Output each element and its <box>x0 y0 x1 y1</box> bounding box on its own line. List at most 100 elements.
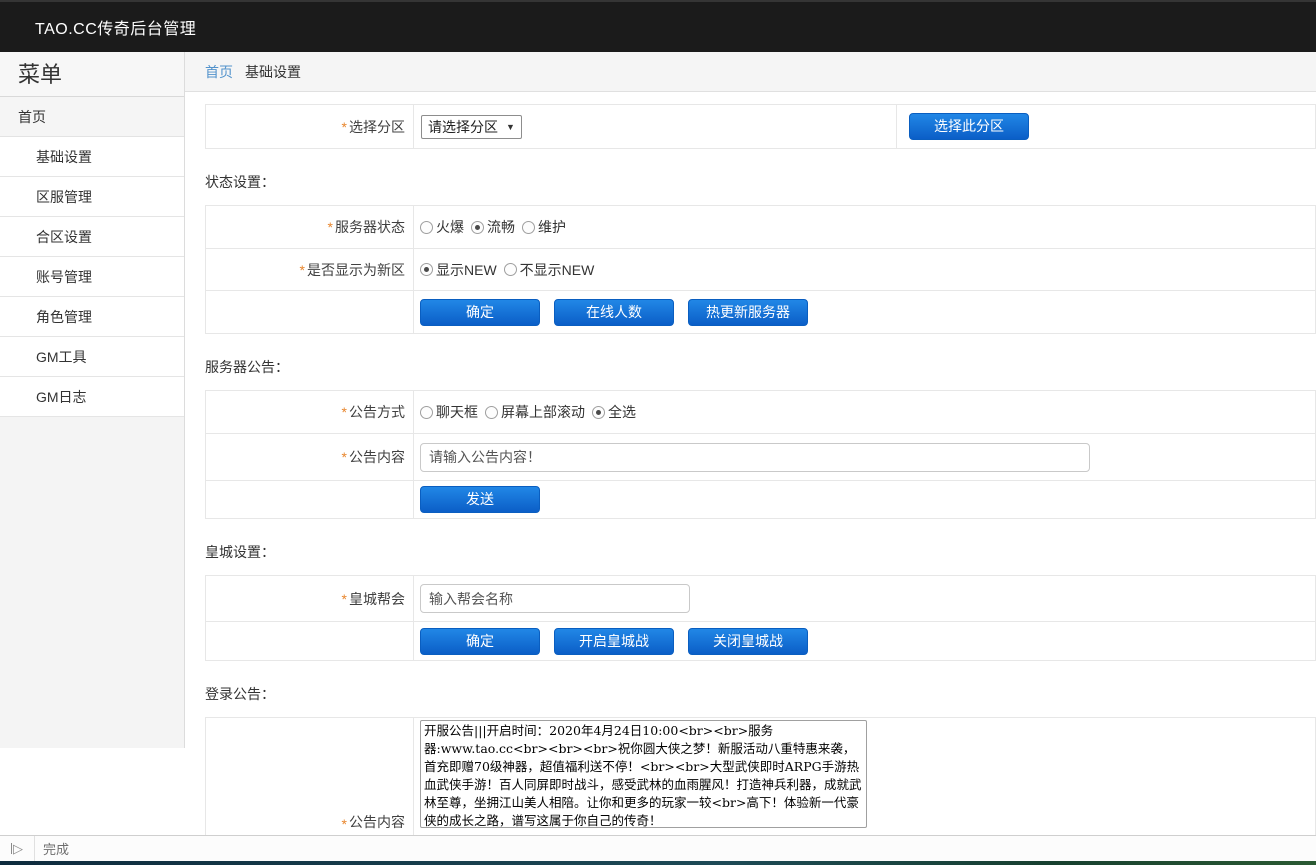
sidebar-item-server-management[interactable]: 区服管理 <box>0 177 184 217</box>
royal-buttons: 确定 开启皇城战 关闭皇城战 <box>414 628 1315 655</box>
announce-table: * 公告方式 聊天框 屏幕上部滚动 全选 * <box>205 390 1316 519</box>
sidebar-item-home[interactable]: 首页 <box>0 97 184 137</box>
radio-option-maintenance[interactable]: 维护 <box>522 217 566 237</box>
form-row-royal-guild: * 皇城帮会 <box>206 576 1315 621</box>
announce-method-options: 聊天框 屏幕上部滚动 全选 <box>414 402 1315 422</box>
royal-guild-field <box>414 584 1315 613</box>
radio-label: 维护 <box>538 217 566 237</box>
sidebar-item-account-management[interactable]: 账号管理 <box>0 257 184 297</box>
field-label: 公告方式 <box>349 402 405 422</box>
radio-checked-icon <box>420 263 433 276</box>
radio-option-show-new[interactable]: 显示NEW <box>420 260 497 280</box>
form-row-partition: * 选择分区 请选择分区 ▼ 选择此分区 <box>206 105 1315 148</box>
partition-button-cell: 选择此分区 <box>896 105 1315 148</box>
hot-update-button[interactable]: 热更新服务器 <box>688 299 808 326</box>
login-table: * 公告内容 开服公告|||开启时间：2020年4月24日10:00<br><b… <box>205 717 1316 835</box>
radio-checked-icon <box>471 221 484 234</box>
status-table: * 服务器状态 火爆 流畅 维护 * 是否 <box>205 205 1316 334</box>
form-row-announce-send: 发送 <box>206 480 1315 518</box>
form-row-announce-content: * 公告内容 <box>206 433 1315 480</box>
field-label: 公告内容 <box>349 812 405 832</box>
royal-table: * 皇城帮会 确定 开启皇城战 关闭皇城战 <box>205 575 1316 661</box>
sidebar-header: 菜单 <box>0 52 184 97</box>
select-value: 请选择分区 <box>428 117 498 137</box>
form-row-status-buttons: 确定 在线人数 热更新服务器 <box>206 290 1315 333</box>
sidebar-item-gm-logs[interactable]: GM日志 <box>0 377 184 417</box>
sidebar: 菜单 首页 基础设置 区服管理 合区设置 账号管理 角色管理 GM工具 GM日志 <box>0 52 185 748</box>
field-label: 是否显示为新区 <box>307 260 405 280</box>
main-content: * 选择分区 请选择分区 ▼ 选择此分区 状态设置： * 服务器状态 <box>185 93 1316 835</box>
browser-status-bar: ▷ 完成 <box>0 835 1316 861</box>
empty-label-cell <box>206 622 414 660</box>
announce-send-cell: 发送 <box>414 486 1315 513</box>
field-label-announce-method: * 公告方式 <box>206 391 414 433</box>
sidebar-item-basic-settings[interactable]: 基础设置 <box>0 137 184 177</box>
status-icon-bar <box>11 843 12 854</box>
form-row-show-new: * 是否显示为新区 显示NEW 不显示NEW <box>206 248 1315 290</box>
close-royal-war-button[interactable]: 关闭皇城战 <box>688 628 808 655</box>
partition-select[interactable]: 请选择分区 ▼ <box>421 115 522 139</box>
login-announce-textarea[interactable]: 开服公告|||开启时间：2020年4月24日10:00<br><br>服务器:w… <box>420 720 867 828</box>
choose-partition-button[interactable]: 选择此分区 <box>909 113 1029 140</box>
empty-label-cell <box>206 291 414 333</box>
form-row-server-status: * 服务器状态 火爆 流畅 维护 <box>206 206 1315 248</box>
radio-label: 聊天框 <box>436 402 478 422</box>
partition-table: * 选择分区 请选择分区 ▼ 选择此分区 <box>205 104 1316 149</box>
field-label-partition: * 选择分区 <box>206 105 414 148</box>
radio-option-chatbox[interactable]: 聊天框 <box>420 402 478 422</box>
field-label-show-new: * 是否显示为新区 <box>206 249 414 290</box>
form-row-announce-method: * 公告方式 聊天框 屏幕上部滚动 全选 <box>206 391 1315 433</box>
required-asterisk: * <box>342 591 347 607</box>
radio-icon <box>485 406 498 419</box>
section-title-login: 登录公告： <box>205 685 1316 703</box>
announce-content-field <box>414 443 1315 472</box>
required-asterisk: * <box>342 816 347 832</box>
royal-confirm-button[interactable]: 确定 <box>420 628 540 655</box>
section-title-royal: 皇城设置： <box>205 543 1316 561</box>
field-label: 服务器状态 <box>335 217 405 237</box>
breadcrumb-home-link[interactable]: 首页 <box>205 62 233 82</box>
status-play-icon: ▷ <box>0 836 35 861</box>
top-bar: TAO.CC传奇后台管理 <box>0 0 1316 52</box>
breadcrumb: 首页 基础设置 <box>185 52 1316 92</box>
radio-label: 全选 <box>608 402 636 422</box>
radio-icon <box>420 406 433 419</box>
radio-checked-icon <box>592 406 605 419</box>
sidebar-item-gm-tools[interactable]: GM工具 <box>0 337 184 377</box>
status-icon-glyph: ▷ <box>13 841 23 857</box>
empty-label-cell <box>206 481 414 518</box>
confirm-button[interactable]: 确定 <box>420 299 540 326</box>
radio-icon <box>420 221 433 234</box>
radio-option-hide-new[interactable]: 不显示NEW <box>504 260 595 280</box>
field-label: 皇城帮会 <box>349 589 405 609</box>
radio-label: 火爆 <box>436 217 464 237</box>
send-button[interactable]: 发送 <box>420 486 540 513</box>
required-asterisk: * <box>328 219 333 235</box>
app-title: TAO.CC传奇后台管理 <box>0 15 196 39</box>
required-asterisk: * <box>342 119 347 135</box>
show-new-options: 显示NEW 不显示NEW <box>414 260 1315 280</box>
radio-icon <box>504 263 517 276</box>
radio-option-smooth[interactable]: 流畅 <box>471 217 515 237</box>
royal-guild-input[interactable] <box>420 584 690 613</box>
required-asterisk: * <box>300 262 305 278</box>
partition-field: 请选择分区 ▼ <box>414 115 896 139</box>
radio-label: 屏幕上部滚动 <box>501 402 585 422</box>
radio-option-screen-scroll[interactable]: 屏幕上部滚动 <box>485 402 585 422</box>
radio-label: 不显示NEW <box>520 260 595 280</box>
login-content-field: 开服公告|||开启时间：2020年4月24日10:00<br><br>服务器:w… <box>414 718 1315 828</box>
radio-option-select-all[interactable]: 全选 <box>592 402 636 422</box>
radio-label: 显示NEW <box>436 260 497 280</box>
field-label-announce-content: * 公告内容 <box>206 434 414 480</box>
form-row-login-content: * 公告内容 开服公告|||开启时间：2020年4月24日10:00<br><b… <box>206 718 1315 835</box>
sidebar-item-character-management[interactable]: 角色管理 <box>0 297 184 337</box>
breadcrumb-current: 基础设置 <box>245 62 301 82</box>
sidebar-item-merge-settings[interactable]: 合区设置 <box>0 217 184 257</box>
field-label-login-content: * 公告内容 <box>206 718 414 835</box>
required-asterisk: * <box>342 404 347 420</box>
online-count-button[interactable]: 在线人数 <box>554 299 674 326</box>
open-royal-war-button[interactable]: 开启皇城战 <box>554 628 674 655</box>
radio-label: 流畅 <box>487 217 515 237</box>
radio-option-hot[interactable]: 火爆 <box>420 217 464 237</box>
announce-content-input[interactable] <box>420 443 1090 472</box>
